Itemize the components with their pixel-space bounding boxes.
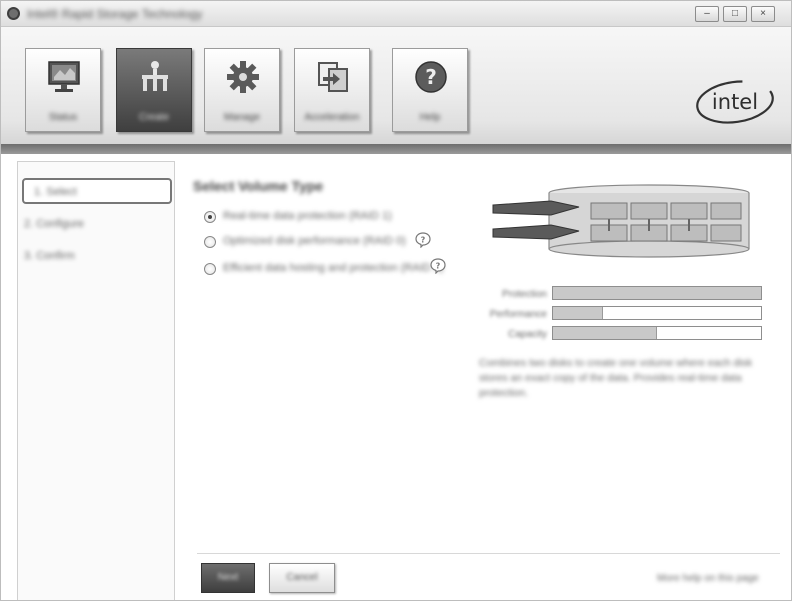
radio-button[interactable] [204, 263, 216, 275]
volume-type-description: Combines two disks to create one volume … [479, 357, 753, 399]
maximize-button[interactable]: □ [723, 6, 747, 22]
next-button-label: Next [217, 572, 239, 583]
performance-meter-fill [553, 307, 603, 319]
capacity-meter [552, 326, 762, 340]
help-bubble-icon[interactable]: ? [415, 232, 431, 248]
sidebar-item-confirm[interactable]: 3. Confirm [24, 250, 75, 262]
window-title: Intel® Rapid Storage Technology [27, 7, 203, 21]
performance-label: Performance [489, 309, 547, 320]
next-button[interactable]: Next [201, 563, 255, 593]
toolbar-help-label: Help [419, 112, 441, 123]
toolbar: Status Create Manage Acceleration ? Help… [1, 27, 791, 144]
footer-divider [197, 553, 780, 554]
radio-button[interactable] [204, 236, 216, 248]
protection-meter-fill [553, 287, 761, 299]
page-title: Select Volume Type [193, 178, 324, 194]
intel-logo-text: intel [712, 90, 758, 114]
protection-label: Protection [501, 289, 547, 300]
toolbar-manage-button[interactable]: Manage [204, 48, 280, 132]
cancel-button-label: Cancel [286, 572, 318, 583]
protection-meter [552, 286, 762, 300]
more-help-link[interactable]: More help on this page [657, 573, 759, 584]
cancel-button[interactable]: Cancel [269, 563, 335, 593]
title-bar: Intel® Rapid Storage Technology – □ × [1, 1, 791, 27]
toolbar-status-button[interactable]: Status [25, 48, 101, 132]
capacity-meter-fill [553, 327, 657, 339]
toolbar-acceleration-button[interactable]: Acceleration [294, 48, 370, 132]
toolbar-manage-label: Manage [223, 112, 261, 123]
toolbar-status-label: Status [48, 112, 78, 123]
gear-icon [227, 61, 259, 93]
sidebar-item-configure[interactable]: 2. Configure [24, 218, 84, 230]
raid-volume-illustration [492, 184, 750, 258]
toolbar-create-button[interactable]: Create [116, 48, 192, 132]
radio-button[interactable] [204, 211, 216, 223]
option-label: Optimized disk performance (RAID 0) [223, 235, 406, 247]
app-icon [7, 7, 20, 20]
svg-text:?: ? [436, 262, 441, 271]
option-label: Efficient data hosting and protection (R… [223, 262, 444, 274]
toolbar-create-label: Create [138, 112, 169, 123]
intel-logo: intel [696, 80, 774, 124]
monitor-icon [48, 61, 80, 92]
toolbar-help-button[interactable]: ? Help [392, 48, 468, 132]
help-icon: ? [415, 61, 447, 93]
create-volume-icon [142, 61, 168, 91]
performance-meter [552, 306, 762, 320]
option-label: Real-time data protection (RAID 1) [223, 210, 392, 222]
capacity-label: Capacity [508, 329, 547, 340]
wizard-steps-sidebar: 1. Select 2. Configure 3. Confirm [17, 161, 175, 600]
minimize-button[interactable]: – [695, 6, 719, 22]
sidebar-item-select[interactable]: 1. Select [22, 178, 172, 204]
close-button[interactable]: × [751, 6, 775, 22]
help-bubble-icon[interactable]: ? [430, 258, 446, 274]
app-window: Intel® Rapid Storage Technology – □ × St… [0, 0, 792, 601]
acceleration-icon [318, 62, 348, 92]
svg-text:?: ? [421, 236, 426, 245]
svg-text:?: ? [425, 65, 437, 89]
toolbar-acceleration-label: Acceleration [304, 112, 360, 123]
sidebar-item-label: 1. Select [34, 186, 77, 198]
toolbar-divider [1, 144, 791, 154]
